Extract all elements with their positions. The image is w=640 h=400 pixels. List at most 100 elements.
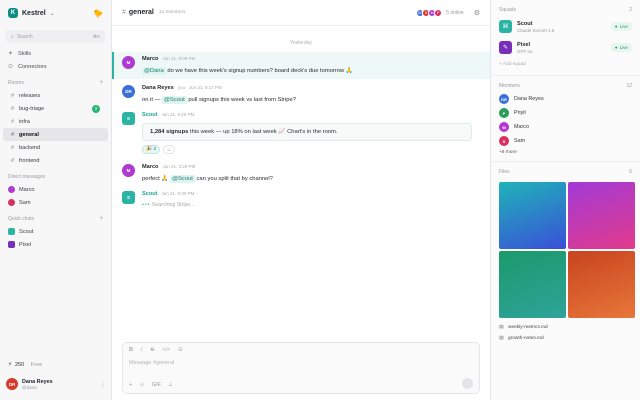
file-name: growth-notes.md: [508, 336, 544, 341]
channel-name: general: [128, 9, 154, 16]
credits-indicator[interactable]: ⚡ 250 · Free: [8, 362, 42, 368]
member-name: Priyil: [514, 110, 526, 116]
nav-item-label: Connectors: [18, 63, 47, 70]
room-item-releases[interactable]: # releases: [3, 89, 108, 102]
app: K Kestrel ⌄ 🐤 ⌕ Search ⌘K ✦ Skills ⊙ Con…: [0, 0, 640, 400]
chevron-down-icon[interactable]: ⌄: [50, 10, 55, 17]
add-reaction-icon[interactable]: ☺: [162, 145, 175, 154]
room-item-infra[interactable]: # infra: [3, 115, 108, 128]
send-button[interactable]: ↑: [462, 378, 473, 389]
message-author[interactable]: Scout: [142, 191, 158, 197]
online-avatars[interactable]: DR S M P: [416, 8, 443, 17]
dm-item-marco[interactable]: Marco: [0, 183, 111, 196]
member-item[interactable]: S Sam: [491, 134, 640, 148]
message-text-part: on it —: [142, 97, 162, 103]
member-item[interactable]: M Marco: [491, 120, 640, 134]
user-footer[interactable]: DR Dana Reyes @dana ⋮: [6, 378, 106, 390]
room-label: bug-triage: [19, 105, 45, 112]
emoji-icon[interactable]: ☺: [139, 382, 145, 388]
room-label: frontend: [19, 157, 40, 164]
status-badge: ● Live: [610, 22, 632, 31]
message-text-part: perfect 🙏: [142, 176, 171, 182]
squad-item-scout[interactable]: ⌘ Scout Claude Sonnet 4.5 ● Live: [491, 16, 640, 37]
message-author[interactable]: Scout: [142, 112, 158, 118]
hash-icon: #: [122, 9, 126, 16]
member-item[interactable]: DR Dana Reyes: [491, 92, 640, 106]
member-name: Marco: [514, 124, 529, 130]
more-members-link[interactable]: +8 more: [491, 148, 640, 157]
file-thumbnail[interactable]: [499, 182, 566, 249]
squad-item-pixel[interactable]: ✎ Pixel GPT-4o ● Live: [491, 37, 640, 58]
gif-icon[interactable]: GIF: [152, 382, 161, 388]
quick-item-scout[interactable]: Scout: [0, 225, 111, 238]
hash-icon: #: [11, 144, 15, 151]
message-author[interactable]: Dana Reyes: [142, 85, 174, 91]
nav-item-connectors[interactable]: ⊙ Connectors: [0, 60, 111, 73]
palette-icon: ✎: [499, 41, 512, 54]
attach-icon[interactable]: +: [129, 382, 132, 388]
message-author[interactable]: Marco: [142, 164, 158, 170]
room-item-backend[interactable]: # backend: [3, 141, 108, 154]
squad-name: Pixel: [517, 41, 531, 48]
add-squad-button[interactable]: + Add squad: [491, 58, 640, 71]
scout-avatar: S: [122, 191, 135, 204]
nav-item-skills[interactable]: ✦ Skills: [0, 47, 111, 60]
squads-count: 2: [629, 7, 632, 13]
add-quick-chat-icon[interactable]: +: [99, 216, 103, 222]
room-item-general[interactable]: # general: [3, 128, 108, 141]
room-item-frontend[interactable]: # frontend: [3, 154, 108, 167]
message: S Scout Jun 21, 9:26 PM 1,284 signups thi…: [112, 108, 490, 158]
reaction-chip[interactable]: 🎉 3: [142, 145, 160, 154]
member-name: Dana Reyes: [514, 96, 544, 102]
message-composer[interactable]: B I S </> ⊟ Message #general + ☺ GIF ⊥ ↑: [122, 342, 480, 394]
search-shortcut: ⌘K: [92, 33, 100, 39]
italic-icon[interactable]: I: [141, 347, 143, 353]
message-text: @Dana do we have this week's signup numb…: [142, 67, 480, 75]
file-icon: ▤: [499, 325, 504, 330]
member-item[interactable]: P Priyil: [491, 106, 640, 120]
more-icon[interactable]: ⋮: [100, 381, 106, 388]
codeblock-icon[interactable]: ⊟: [178, 347, 183, 353]
room-label: infra: [19, 118, 30, 125]
quick-label: Pixel: [19, 241, 32, 248]
right-panel: Squads 2 ⌘ Scout Claude Sonnet 4.5 ● Live…: [490, 0, 640, 400]
file-thumbnail[interactable]: [568, 182, 635, 249]
strike-icon[interactable]: S: [151, 347, 155, 353]
avatar: [8, 199, 15, 206]
file-thumbnail[interactable]: [568, 251, 635, 318]
message-author[interactable]: Marco: [142, 56, 158, 62]
file-item[interactable]: ▤ weekly-metrics.md: [491, 322, 640, 333]
dm-label: Sam: [19, 199, 31, 206]
search-input[interactable]: ⌕ Search ⌘K: [6, 30, 105, 43]
room-item-bug-triage[interactable]: # bug-triage 2: [3, 102, 108, 115]
hash-icon: #: [11, 157, 15, 164]
member-name: Sam: [514, 138, 526, 144]
room-label: general: [19, 131, 39, 138]
workspace-name: Kestrel: [22, 9, 46, 17]
gear-icon[interactable]: ⚙: [474, 9, 480, 17]
add-room-icon[interactable]: +: [99, 80, 103, 86]
dm-item-sam[interactable]: Sam: [0, 196, 111, 209]
code-icon[interactable]: </>: [162, 347, 170, 353]
mention[interactable]: @Scout: [170, 175, 195, 183]
bold-icon[interactable]: B: [129, 347, 133, 353]
reactions: 🎉 3 ☺: [142, 145, 480, 154]
members-count: 12: [626, 83, 632, 89]
member-count: 12 members: [158, 10, 186, 15]
quick-item-pixel[interactable]: Pixel: [0, 238, 111, 251]
mention-icon[interactable]: ⊥: [168, 382, 173, 388]
file-name: weekly-metrics.md: [508, 325, 548, 330]
hash-icon: #: [11, 92, 15, 99]
mention[interactable]: @Scout: [161, 96, 187, 104]
file-thumbnail[interactable]: [499, 251, 566, 318]
sparkle-icon: ✦: [8, 51, 14, 57]
members-header: Members 12: [491, 80, 640, 92]
avatar: P: [434, 8, 443, 17]
unread-badge: 2: [92, 104, 100, 113]
mention[interactable]: @Dana: [142, 67, 166, 75]
card-highlight: 1,284 signups: [150, 129, 189, 135]
composer-input[interactable]: Message #general: [123, 357, 479, 369]
quick-chats-header: Quick chats +: [0, 213, 111, 225]
file-item[interactable]: ▤ growth-notes.md: [491, 333, 640, 344]
workspace-header[interactable]: K Kestrel ⌄ 🐤: [0, 0, 111, 26]
